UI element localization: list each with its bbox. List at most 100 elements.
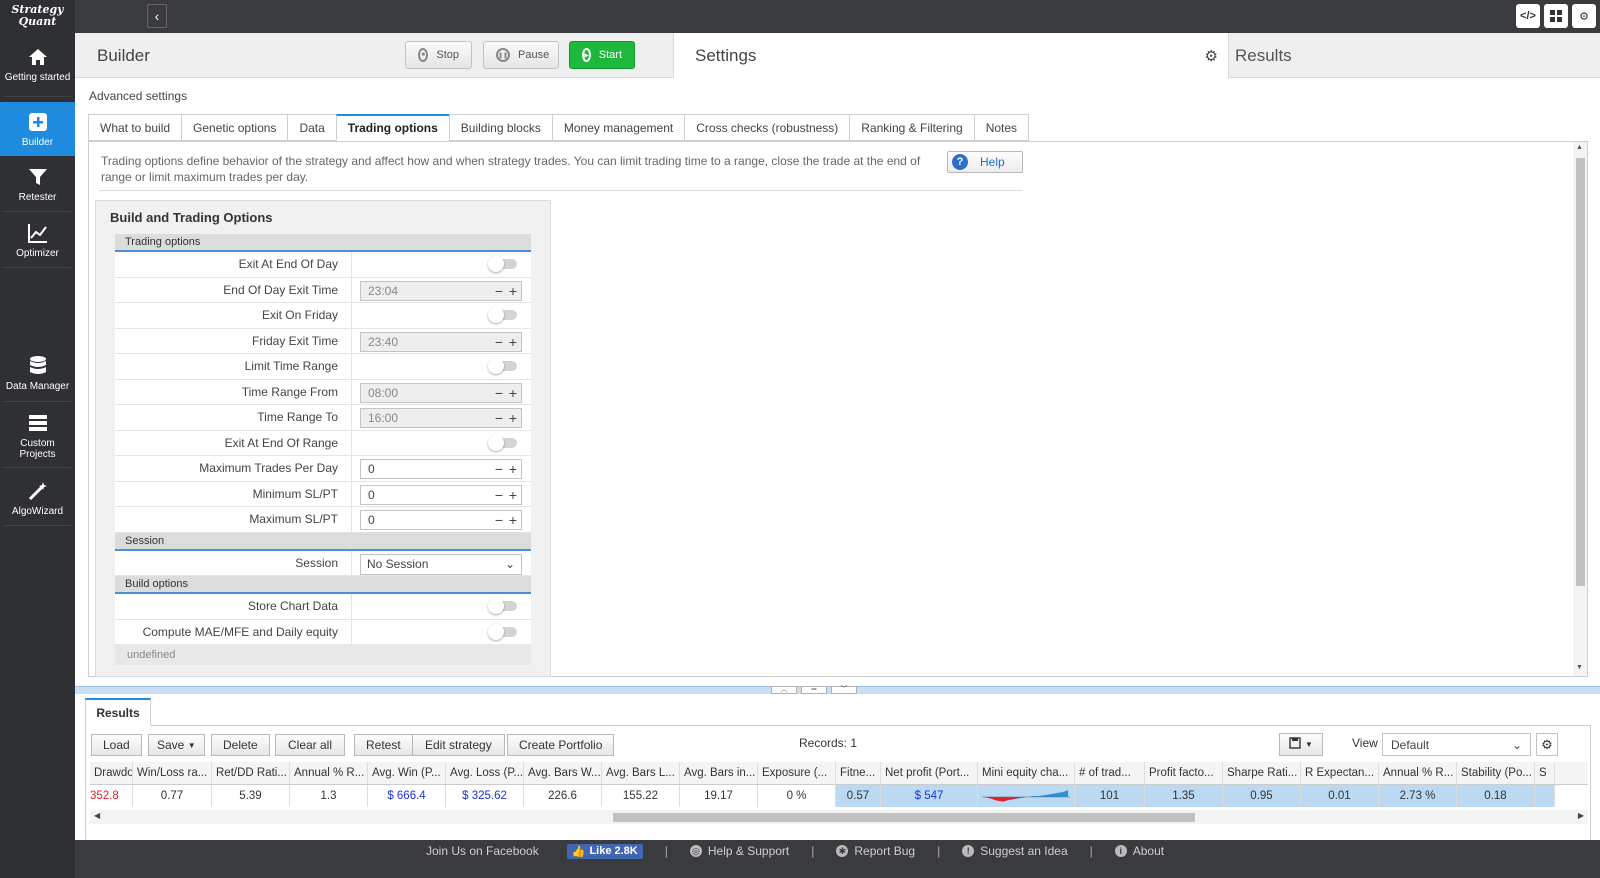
minus-icon[interactable]: − (493, 283, 505, 299)
column-header[interactable]: Avg. Bars W... (524, 762, 602, 784)
minus-icon[interactable]: − (493, 410, 505, 426)
gear-icon[interactable]: ⚙ (1572, 4, 1596, 28)
report-bug-link[interactable]: ✱ Report Bug (836, 844, 915, 858)
sidebar-item-getting-started[interactable]: Getting started (4, 33, 71, 97)
tab-money-management[interactable]: Money management (551, 114, 685, 141)
chevron-up-icon[interactable]: ︿ (771, 686, 797, 694)
toggle-switch[interactable] (488, 434, 517, 451)
chevron-down-icon[interactable]: ﹀ (831, 686, 857, 694)
column-header[interactable]: Stability (Po... (1457, 762, 1535, 784)
save-view-button[interactable]: ▼ (1279, 733, 1323, 756)
restore-split-icon[interactable]: ═ (801, 686, 827, 694)
clear-all-button[interactable]: Clear all (275, 734, 346, 756)
minus-icon[interactable]: − (493, 512, 505, 528)
facebook-like-button[interactable]: 👍 Like 2.8K (566, 843, 643, 859)
toggle-switch[interactable] (488, 623, 517, 640)
column-header[interactable]: Sharpe Rati... (1223, 762, 1301, 784)
column-header[interactable]: Annual % R... (1379, 762, 1457, 784)
column-header[interactable]: Annual % R... (290, 762, 368, 784)
column-header[interactable]: Avg. Bars in... (680, 762, 758, 784)
time-stepper[interactable]: 16:00− + (360, 408, 522, 428)
panel-splitter[interactable]: ︿ ═ ﹀ (75, 686, 1600, 694)
scroll-up-icon[interactable]: ▲ (1576, 144, 1583, 151)
column-header[interactable]: Avg. Loss (P... (446, 762, 524, 784)
time-stepper[interactable]: 08:00− + (360, 382, 522, 403)
column-header[interactable]: Mini equity cha... (978, 762, 1075, 784)
stepper-value[interactable]: 16:00 (361, 411, 493, 425)
column-header[interactable]: S (1535, 762, 1555, 784)
sidebar-item-data-manager[interactable]: Data Manager (4, 346, 71, 402)
minus-icon[interactable]: − (493, 487, 505, 503)
time-stepper[interactable]: 23:40− + (360, 331, 522, 352)
toggle-switch[interactable] (488, 358, 517, 374)
code-view-icon[interactable]: </> (1516, 4, 1540, 28)
column-header[interactable]: Profit facto... (1145, 762, 1223, 784)
column-header[interactable]: Net profit (Port... (881, 762, 978, 784)
edit-strategy-button[interactable]: Edit strategy (412, 734, 505, 756)
column-header[interactable]: Exposure (... (758, 762, 836, 784)
plus-icon[interactable]: + (507, 334, 519, 350)
plus-icon[interactable]: + (507, 410, 519, 426)
column-header[interactable]: Fitne... (836, 762, 881, 784)
plus-icon[interactable]: + (507, 283, 519, 299)
plus-icon[interactable]: + (507, 461, 519, 477)
scroll-left-icon[interactable]: ◀ (94, 811, 100, 820)
start-button[interactable]: ▶ Start (569, 41, 635, 69)
save-button[interactable]: Save ▼ (148, 734, 205, 756)
sidebar-item-retester[interactable]: Retester (4, 158, 71, 212)
tab-ranking-filtering[interactable]: Ranking & Filtering (849, 114, 974, 141)
stepper-value[interactable]: 23:40 (361, 335, 493, 349)
plus-icon[interactable]: + (507, 512, 519, 528)
scroll-right-icon[interactable]: ▶ (1578, 811, 1584, 820)
column-header[interactable]: Drawdown ... (90, 762, 133, 784)
create-portfolio-button[interactable]: Create Portfolio (507, 734, 615, 756)
tab-what-to-build[interactable]: What to build (88, 114, 182, 141)
tab-building-blocks[interactable]: Building blocks (448, 114, 552, 141)
facebook-link[interactable]: Join Us on Facebook (426, 844, 539, 858)
toggle-switch[interactable] (488, 256, 517, 272)
pause-button[interactable]: ❚❚ Pause (483, 41, 559, 69)
tab-genetic-options[interactable]: Genetic options (181, 114, 288, 141)
load-button[interactable]: Load (91, 734, 142, 756)
settings-gear-icon[interactable]: ⚙ (1205, 47, 1218, 65)
minus-icon[interactable]: − (493, 385, 505, 401)
tab-data[interactable]: Data (287, 114, 336, 141)
tab-trading-options[interactable]: Trading options (335, 114, 449, 141)
toggle-switch[interactable] (488, 307, 517, 323)
number-stepper[interactable]: 0− + (360, 484, 522, 505)
delete-button[interactable]: Delete (211, 734, 270, 756)
collapse-sidebar-button[interactable]: ‹ (147, 4, 167, 28)
grid-layout-icon[interactable] (1544, 4, 1568, 28)
results-tab[interactable]: Results (1235, 46, 1292, 66)
tab-notes[interactable]: Notes (973, 114, 1030, 141)
column-header[interactable]: Win/Loss ra... (133, 762, 212, 784)
column-header[interactable]: Avg. Bars L... (602, 762, 680, 784)
view-select[interactable]: Default ⌄ (1382, 733, 1531, 756)
number-stepper[interactable]: 0− + (360, 510, 522, 530)
stop-button[interactable]: ■ Stop (405, 41, 472, 69)
column-header[interactable]: Ret/DD Rati... (212, 762, 290, 784)
scrollbar-thumb[interactable] (613, 813, 1195, 822)
about-link[interactable]: i About (1114, 844, 1164, 858)
tab-cross-checks-robustness[interactable]: Cross checks (robustness) (684, 114, 850, 141)
stepper-value[interactable]: 23:04 (361, 284, 493, 298)
session-select[interactable]: No Session ⌄ (360, 553, 522, 575)
help-support-link[interactable]: ◎ Help & Support (689, 844, 789, 858)
number-stepper[interactable]: 0− + (360, 459, 522, 479)
table-row[interactable]: 352.8 0.77 5.39 1.3 $ 666.4 $ 325.62 226.6 155.… (90, 785, 1588, 807)
suggest-idea-link[interactable]: ! Suggest an Idea (962, 844, 1068, 858)
settings-tab[interactable]: Settings ⚙ (673, 33, 1229, 79)
stepper-value[interactable]: 0 (361, 462, 493, 476)
minus-icon[interactable]: − (493, 461, 505, 477)
stepper-value[interactable]: 08:00 (361, 386, 493, 400)
sidebar-item-custom-projects[interactable]: Custom Projects (4, 404, 71, 468)
results-tab-label[interactable]: Results (85, 698, 151, 726)
sidebar-item-algowizard[interactable]: AlgoWizard (4, 472, 71, 526)
gear-icon[interactable]: ⚙ (1536, 733, 1558, 756)
help-button[interactable]: ? Help (947, 151, 1023, 173)
sidebar-item-optimizer[interactable]: Optimizer (4, 214, 71, 268)
toggle-switch[interactable] (488, 598, 517, 614)
plus-icon[interactable]: + (507, 487, 519, 503)
scrollbar-thumb[interactable] (1576, 158, 1585, 586)
minus-icon[interactable]: − (493, 334, 505, 350)
